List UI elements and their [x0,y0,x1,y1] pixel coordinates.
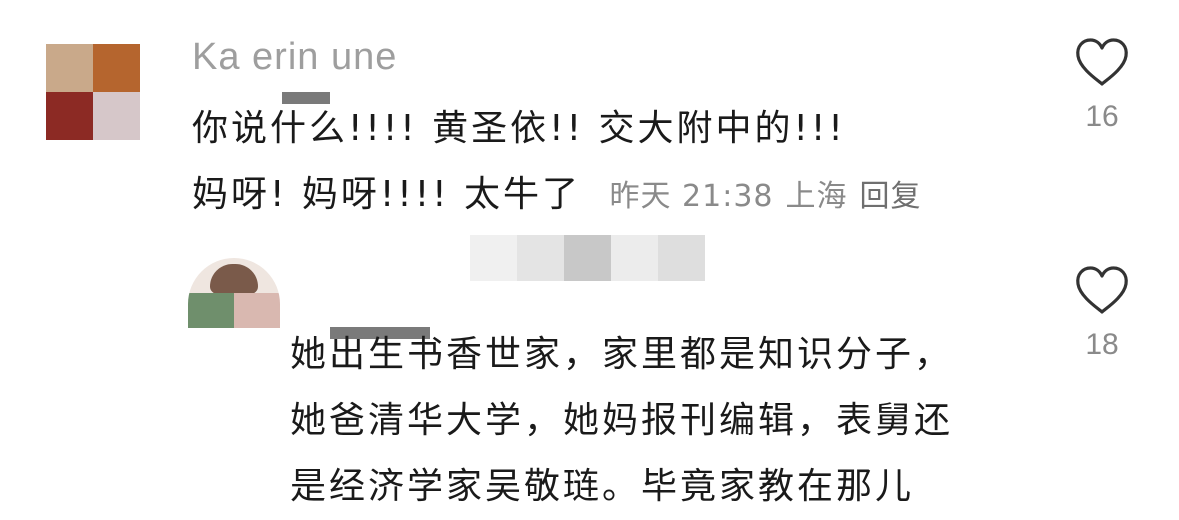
heart-outline-icon [1076,266,1128,314]
comment-text-line: 你说什么!!!! 黄圣依!! 交大附中的!!! [192,108,846,149]
like-button[interactable]: 16 [1072,38,1132,134]
comment-meta: 昨天 21:38 上海 回复 [610,179,934,214]
redaction-mosaic [470,235,705,281]
reply-button[interactable]: 回复 [860,179,922,214]
reply-text-line: 是经济学家吴敬琏。毕竟家教在那儿 [290,466,915,507]
avatar[interactable] [188,258,280,328]
reply-text-line: 她爸清华大学，她妈报刊编辑，表舅还 [290,400,954,441]
like-count: 16 [1085,100,1119,133]
avatar[interactable] [46,44,140,140]
reply-text: 她出生书香世家，家里都是知识分子， 她爸清华大学，她妈报刊编辑，表舅还 是经济学… [290,322,1050,520]
comment-time: 昨天 21:38 [609,179,774,214]
like-button[interactable]: 18 [1072,266,1132,362]
comment-location: 上海 [785,179,848,214]
comment-username[interactable]: Ka erin une [192,36,397,79]
reply-text-line: 她出生书香世家，家里都是知识分子， [290,334,954,375]
comment-text-line: 妈呀! 妈呀!!!! 太牛了 昨天 21:38 上海 回复 [192,162,1052,230]
like-count: 18 [1085,328,1119,361]
comment-text: 你说什么!!!! 黄圣依!! 交大附中的!!! 妈呀! 妈呀!!!! 太牛了 昨… [192,96,1052,230]
heart-outline-icon [1076,38,1128,86]
